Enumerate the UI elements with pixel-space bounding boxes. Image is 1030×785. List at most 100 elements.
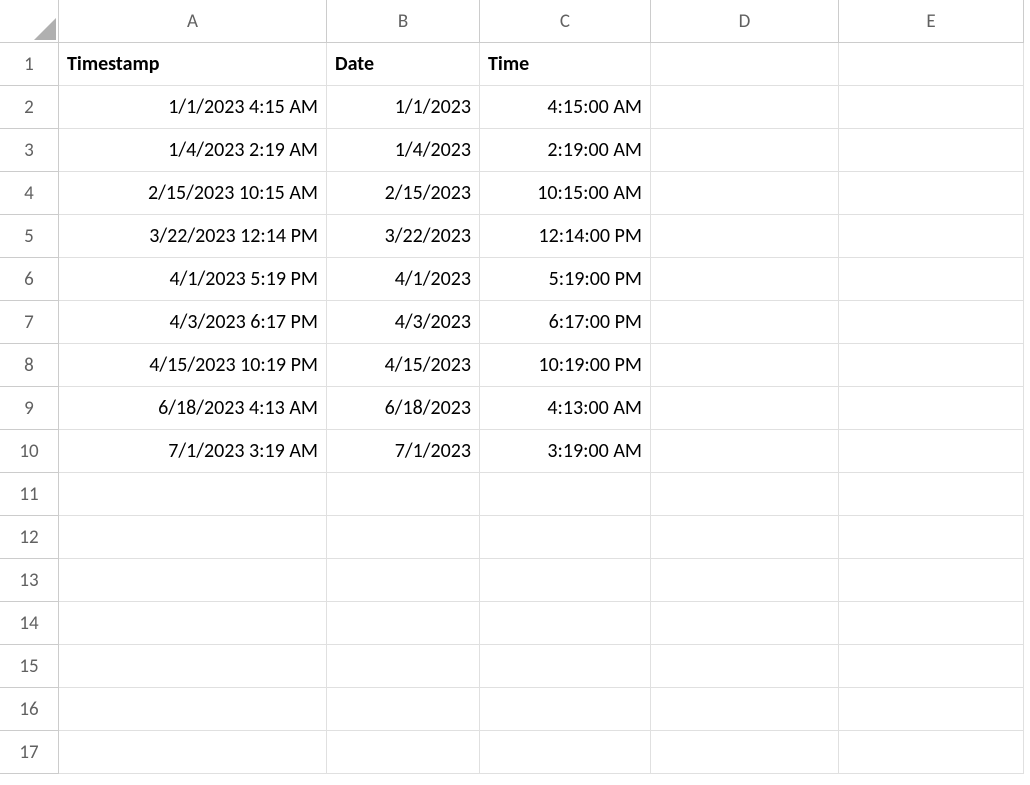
cell-B5[interactable]: 3/22/2023 [327,215,480,258]
cell-A8[interactable]: 4/15/2023 10:19 PM [59,344,327,387]
cell-B13[interactable] [327,559,480,602]
cell-E8[interactable] [839,344,1024,387]
cell-A10[interactable]: 7/1/2023 3:19 AM [59,430,327,473]
cell-A7[interactable]: 4/3/2023 6:17 PM [59,301,327,344]
cell-A5[interactable]: 3/22/2023 12:14 PM [59,215,327,258]
cell-A13[interactable] [59,559,327,602]
cell-B3[interactable]: 1/4/2023 [327,129,480,172]
cell-C4[interactable]: 10:15:00 AM [480,172,651,215]
col-header-B[interactable]: B [327,0,480,43]
row-header-12[interactable]: 12 [0,516,59,559]
col-header-A[interactable]: A [59,0,327,43]
row-header-1[interactable]: 1 [0,43,59,86]
cell-C15[interactable] [480,645,651,688]
cell-C13[interactable] [480,559,651,602]
cell-B7[interactable]: 4/3/2023 [327,301,480,344]
cell-D5[interactable] [651,215,839,258]
cell-A17[interactable] [59,731,327,774]
cell-E9[interactable] [839,387,1024,430]
row-header-11[interactable]: 11 [0,473,59,516]
cell-B9[interactable]: 6/18/2023 [327,387,480,430]
cell-D14[interactable] [651,602,839,645]
cell-A9[interactable]: 6/18/2023 4:13 AM [59,387,327,430]
cell-B4[interactable]: 2/15/2023 [327,172,480,215]
cell-E12[interactable] [839,516,1024,559]
cell-E15[interactable] [839,645,1024,688]
col-header-C[interactable]: C [480,0,651,43]
cell-C6[interactable]: 5:19:00 PM [480,258,651,301]
cell-B11[interactable] [327,473,480,516]
cell-E7[interactable] [839,301,1024,344]
cell-D17[interactable] [651,731,839,774]
cell-D10[interactable] [651,430,839,473]
row-header-14[interactable]: 14 [0,602,59,645]
col-header-D[interactable]: D [651,0,839,43]
cell-E17[interactable] [839,731,1024,774]
cell-B17[interactable] [327,731,480,774]
row-header-9[interactable]: 9 [0,387,59,430]
row-header-5[interactable]: 5 [0,215,59,258]
cell-D4[interactable] [651,172,839,215]
cell-A11[interactable] [59,473,327,516]
cell-E4[interactable] [839,172,1024,215]
cell-B10[interactable]: 7/1/2023 [327,430,480,473]
cell-C1[interactable]: Time [480,43,651,86]
cell-E14[interactable] [839,602,1024,645]
cell-C7[interactable]: 6:17:00 PM [480,301,651,344]
row-header-4[interactable]: 4 [0,172,59,215]
cell-B6[interactable]: 4/1/2023 [327,258,480,301]
cell-D16[interactable] [651,688,839,731]
cell-A12[interactable] [59,516,327,559]
row-header-6[interactable]: 6 [0,258,59,301]
cell-D12[interactable] [651,516,839,559]
row-header-10[interactable]: 10 [0,430,59,473]
cell-D1[interactable] [651,43,839,86]
row-header-8[interactable]: 8 [0,344,59,387]
cell-C14[interactable] [480,602,651,645]
cell-A6[interactable]: 4/1/2023 5:19 PM [59,258,327,301]
cell-E2[interactable] [839,86,1024,129]
cell-C11[interactable] [480,473,651,516]
cell-B8[interactable]: 4/15/2023 [327,344,480,387]
cell-D13[interactable] [651,559,839,602]
cell-C16[interactable] [480,688,651,731]
row-header-15[interactable]: 15 [0,645,59,688]
cell-D6[interactable] [651,258,839,301]
select-all-corner[interactable] [0,0,59,43]
row-header-3[interactable]: 3 [0,129,59,172]
cell-B1[interactable]: Date [327,43,480,86]
cell-B14[interactable] [327,602,480,645]
cell-D8[interactable] [651,344,839,387]
cell-D7[interactable] [651,301,839,344]
cell-E6[interactable] [839,258,1024,301]
cell-E11[interactable] [839,473,1024,516]
cell-C17[interactable] [480,731,651,774]
cell-D9[interactable] [651,387,839,430]
row-header-13[interactable]: 13 [0,559,59,602]
cell-C8[interactable]: 10:19:00 PM [480,344,651,387]
cell-E1[interactable] [839,43,1024,86]
cell-C2[interactable]: 4:15:00 AM [480,86,651,129]
cell-A4[interactable]: 2/15/2023 10:15 AM [59,172,327,215]
row-header-7[interactable]: 7 [0,301,59,344]
cell-D11[interactable] [651,473,839,516]
row-header-2[interactable]: 2 [0,86,59,129]
cell-C9[interactable]: 4:13:00 AM [480,387,651,430]
cell-C3[interactable]: 2:19:00 AM [480,129,651,172]
cell-A2[interactable]: 1/1/2023 4:15 AM [59,86,327,129]
row-header-16[interactable]: 16 [0,688,59,731]
cell-D3[interactable] [651,129,839,172]
cell-C5[interactable]: 12:14:00 PM [480,215,651,258]
col-header-E[interactable]: E [839,0,1024,43]
cell-A16[interactable] [59,688,327,731]
cell-D15[interactable] [651,645,839,688]
cell-C10[interactable]: 3:19:00 AM [480,430,651,473]
cell-A14[interactable] [59,602,327,645]
cell-A1[interactable]: Timestamp [59,43,327,86]
cell-E5[interactable] [839,215,1024,258]
cell-E3[interactable] [839,129,1024,172]
cell-B12[interactable] [327,516,480,559]
cell-C12[interactable] [480,516,651,559]
row-header-17[interactable]: 17 [0,731,59,774]
cell-B15[interactable] [327,645,480,688]
